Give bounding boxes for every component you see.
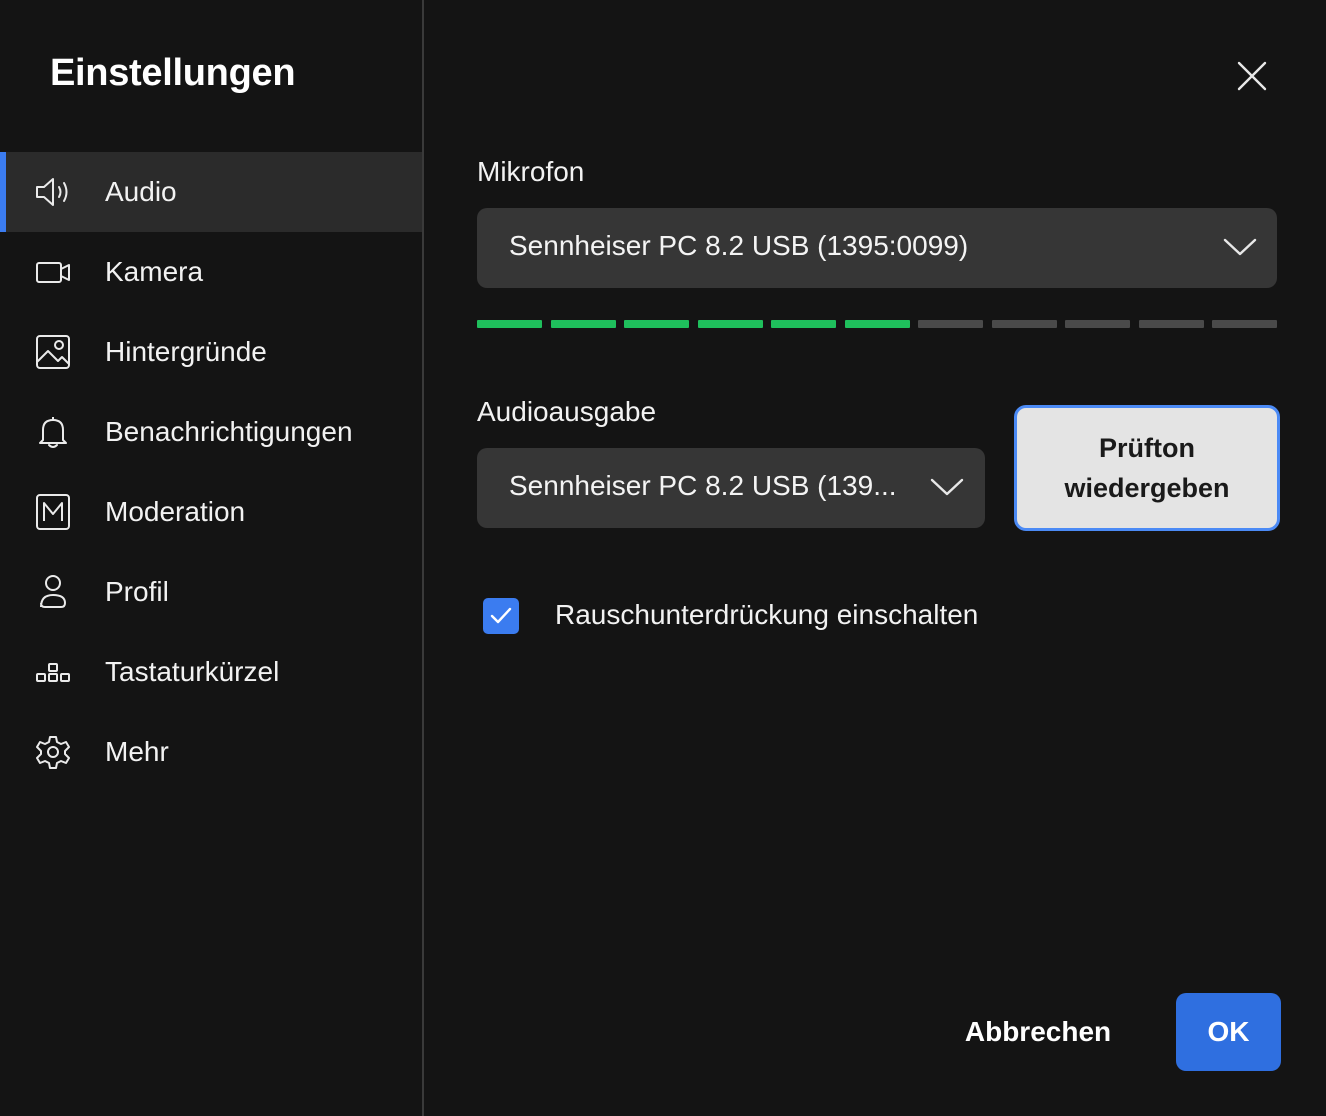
close-icon (1237, 61, 1267, 91)
sidebar-item-label: Tastaturkürzel (105, 656, 280, 687)
sidebar-nav: Audio Kamera Hintergründe Benachrichtigu… (0, 152, 422, 792)
noise-suppression-checkbox[interactable] (483, 598, 519, 634)
moderation-icon (34, 494, 72, 530)
settings-dialog: Einstellungen Audio Kamera Hintergründe … (0, 0, 1326, 1116)
image-icon (34, 334, 72, 370)
sidebar-item-audio[interactable]: Audio (0, 152, 422, 232)
audio-output-select[interactable]: Sennheiser PC 8.2 USB (139... (477, 448, 985, 528)
sidebar-item-label: Mehr (105, 736, 169, 767)
test-button-line1: Prüfton (1099, 433, 1195, 463)
bell-icon (34, 414, 72, 450)
meter-segment (697, 320, 763, 328)
meter-segment (1212, 320, 1277, 328)
meter-segment (844, 320, 910, 328)
play-test-sound-button[interactable]: Prüfton wiedergeben (1014, 405, 1280, 531)
meter-segment (1065, 320, 1130, 328)
sidebar-item-shortcuts[interactable]: Tastaturkürzel (0, 632, 422, 712)
sidebar-item-notifications[interactable]: Benachrichtigungen (0, 392, 422, 472)
sidebar-item-label: Kamera (105, 256, 204, 287)
meter-segment (550, 320, 616, 328)
test-button-line2: wiedergeben (1064, 473, 1230, 503)
camera-icon (34, 254, 72, 290)
sidebar: Einstellungen Audio Kamera Hintergründe … (0, 0, 424, 1116)
sidebar-item-moderation[interactable]: Moderation (0, 472, 422, 552)
sidebar-item-label: Moderation (105, 496, 246, 527)
sidebar-item-backgrounds[interactable]: Hintergründe (0, 312, 422, 392)
sidebar-item-label: Audio (105, 176, 177, 207)
audio-output-select-value: Sennheiser PC 8.2 USB (139... (509, 470, 897, 501)
audio-output-label: Audioausgabe (477, 396, 657, 427)
microphone-select-value: Sennheiser PC 8.2 USB (1395:0099) (509, 230, 969, 261)
meter-segment (477, 320, 542, 328)
sidebar-item-label: Benachrichtigungen (105, 416, 353, 447)
checkmark-icon (490, 607, 512, 624)
cancel-button[interactable]: Abbrechen (950, 993, 1126, 1071)
meter-segment (918, 320, 983, 328)
gear-icon (34, 734, 72, 770)
ok-button[interactable]: OK (1176, 993, 1281, 1071)
chevron-down-icon (1223, 232, 1257, 262)
meter-segment (624, 320, 689, 328)
person-icon (34, 574, 72, 610)
meter-segment (771, 320, 836, 328)
close-button[interactable] (1232, 56, 1272, 96)
meter-segment (1138, 320, 1204, 328)
sidebar-item-label: Profil (105, 576, 169, 607)
speaker-icon (34, 174, 72, 210)
sidebar-item-more[interactable]: Mehr (0, 712, 422, 792)
sidebar-item-camera[interactable]: Kamera (0, 232, 422, 312)
chevron-down-icon (930, 472, 964, 502)
noise-suppression-label[interactable]: Rauschunterdrückung einschalten (555, 599, 978, 631)
sidebar-item-label: Hintergründe (105, 336, 267, 367)
keyboard-shortcut-icon (34, 654, 72, 690)
sidebar-title: Einstellungen (50, 52, 296, 94)
microphone-label: Mikrofon (477, 156, 585, 187)
microphone-select[interactable]: Sennheiser PC 8.2 USB (1395:0099) (477, 208, 1277, 288)
microphone-level-meter (477, 320, 1277, 328)
sidebar-item-profile[interactable]: Profil (0, 552, 422, 632)
meter-segment (991, 320, 1057, 328)
